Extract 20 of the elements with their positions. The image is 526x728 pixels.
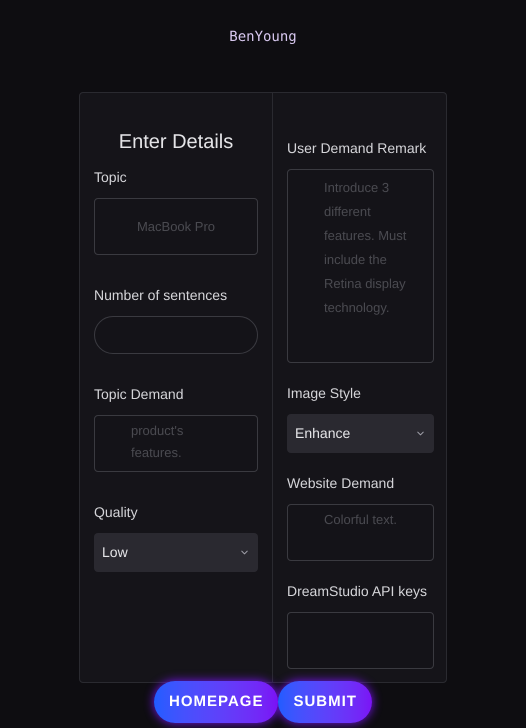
field-label: DreamStudio API keys [287, 582, 428, 601]
form-heading: Enter Details [118, 130, 234, 155]
field-label: Number of sentences [94, 286, 228, 305]
gradient-button[interactable]: SUBMIT [278, 681, 372, 723]
text-field[interactable] [287, 612, 434, 669]
number-field[interactable] [94, 316, 258, 354]
text-area[interactable]: product's features. [94, 415, 258, 472]
field-label: Topic Demand [94, 385, 184, 404]
field-label: User Demand Remark [287, 139, 428, 158]
select-dropdown[interactable]: Low [94, 533, 258, 572]
field-label: Quality [94, 503, 139, 522]
text-area[interactable]: Introduce 3 different features. Must include the Retina display technology. [287, 169, 434, 363]
gradient-button[interactable]: HOMEPAGE [154, 681, 278, 723]
brand-title: BenYoung [229, 28, 297, 47]
text-area[interactable]: Colorful text. [287, 504, 434, 561]
field-label: Image Style [287, 384, 362, 403]
field-label: Website Demand [287, 474, 396, 493]
select-dropdown[interactable]: Enhance [287, 414, 434, 453]
text-field[interactable]: MacBook Pro [94, 198, 258, 255]
field-label: Topic [94, 168, 128, 187]
